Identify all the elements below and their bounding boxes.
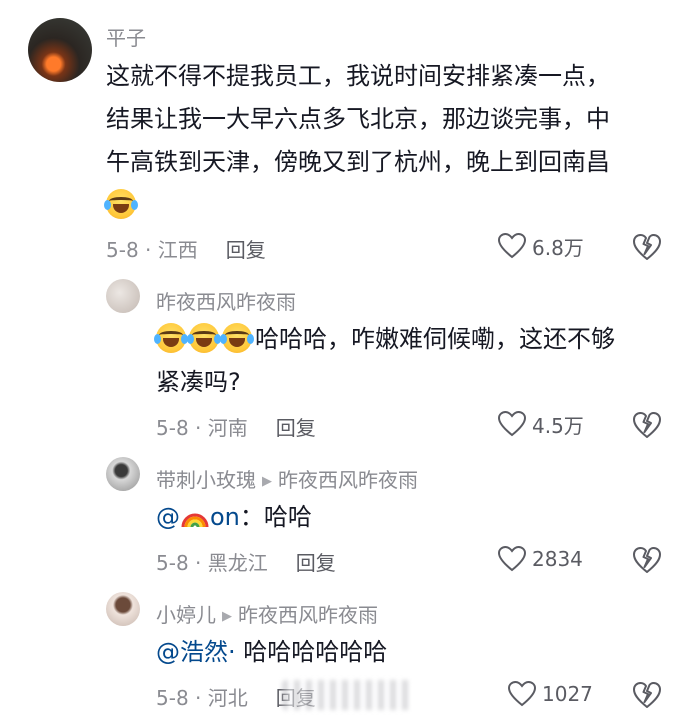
crying-laughing-emoji bbox=[104, 189, 138, 219]
crying-laughing-emoji bbox=[154, 323, 188, 353]
comment-meta: 5-8 · 黑龙江 回复 bbox=[156, 547, 336, 576]
heart-icon bbox=[498, 233, 526, 259]
reply-to-username[interactable]: 昨夜西风昨夜雨 bbox=[278, 468, 418, 492]
reply-arrow-icon: ▶ bbox=[222, 609, 232, 624]
username[interactable]: 昨夜西风昨夜雨 bbox=[156, 286, 296, 315]
mention-link[interactable]: @ on bbox=[156, 503, 240, 531]
dislike-icon[interactable] bbox=[632, 410, 662, 440]
like-button[interactable]: 1027 bbox=[508, 678, 593, 710]
username-line: 带刺小玫瑰 ▶ 昨夜西风昨夜雨 bbox=[156, 464, 418, 493]
like-button[interactable]: 2834 bbox=[498, 543, 583, 575]
like-count: 1027 bbox=[542, 682, 593, 706]
like-button[interactable]: 4.5万 bbox=[498, 408, 584, 440]
reply-button[interactable]: 回复 bbox=[226, 238, 266, 262]
like-count: 2834 bbox=[532, 547, 583, 571]
rainbow-icon bbox=[181, 513, 209, 528]
username-line: 小婷儿 ▶ 昨夜西风昨夜雨 bbox=[156, 599, 378, 628]
avatar[interactable] bbox=[106, 457, 140, 491]
comment-body: 哈哈哈哈哈哈 bbox=[235, 638, 388, 666]
comment-line: 这就不得不提我员工，我说时间安排紧凑一点， bbox=[106, 62, 610, 90]
dislike-icon[interactable] bbox=[632, 545, 662, 575]
avatar[interactable] bbox=[106, 279, 140, 313]
like-button[interactable]: 6.8万 bbox=[498, 230, 584, 262]
watermark bbox=[282, 680, 412, 710]
crying-laughing-emoji bbox=[187, 323, 221, 353]
comment-line: 午高铁到天津，傍晚又到了杭州，晚上到回南昌 bbox=[106, 148, 610, 176]
reply-button[interactable]: 回复 bbox=[276, 416, 316, 440]
comment-line: 紧凑吗? bbox=[156, 368, 241, 396]
date-location: 5-8 · 河南 bbox=[156, 416, 248, 440]
heart-icon bbox=[498, 411, 526, 437]
username[interactable]: 小婷儿 bbox=[156, 603, 216, 627]
reply-to-username[interactable]: 昨夜西风昨夜雨 bbox=[238, 603, 378, 627]
reply-arrow-icon: ▶ bbox=[262, 474, 272, 489]
username[interactable]: 平子 bbox=[106, 22, 146, 51]
like-count: 6.8万 bbox=[532, 235, 584, 260]
dislike-icon[interactable] bbox=[632, 232, 662, 262]
date-location: 5-8 · 黑龙江 bbox=[156, 551, 268, 575]
reply-button[interactable]: 回复 bbox=[296, 551, 336, 575]
like-count: 4.5万 bbox=[532, 413, 584, 438]
date-location: 5-8 · 河北 bbox=[156, 686, 248, 710]
crying-laughing-emoji bbox=[220, 323, 254, 353]
heart-icon bbox=[498, 546, 526, 572]
comment-text: 这就不得不提我员工，我说时间安排紧凑一点， 结果让我一大早六点多飞北京，那边谈完… bbox=[104, 55, 610, 227]
comment-body: ：哈哈 bbox=[239, 503, 312, 531]
comment-line: 哈哈哈，咋嫩难伺候嘞，这还不够 bbox=[154, 318, 615, 361]
username[interactable]: 带刺小玫瑰 bbox=[156, 468, 256, 492]
comment-meta: 5-8 · 河南 回复 bbox=[156, 412, 316, 441]
heart-icon bbox=[508, 681, 536, 707]
avatar[interactable] bbox=[28, 18, 92, 82]
comment-text: 哈哈哈，咋嫩难伺候嘞，这还不够 紧凑吗? bbox=[154, 318, 615, 404]
comment-text: @ on：哈哈 bbox=[156, 496, 312, 539]
comment-text: @浩然· 哈哈哈哈哈哈 bbox=[156, 631, 387, 674]
dislike-icon[interactable] bbox=[632, 680, 662, 710]
comment-meta: 5-8 · 江西 回复 bbox=[106, 234, 266, 263]
date-location: 5-8 · 江西 bbox=[106, 238, 198, 262]
comment-line: 结果让我一大早六点多飞北京，那边谈完事，中 bbox=[106, 105, 610, 133]
avatar[interactable] bbox=[106, 592, 140, 626]
comment-line bbox=[104, 184, 610, 227]
mention-link[interactable]: @浩然· bbox=[156, 638, 236, 666]
